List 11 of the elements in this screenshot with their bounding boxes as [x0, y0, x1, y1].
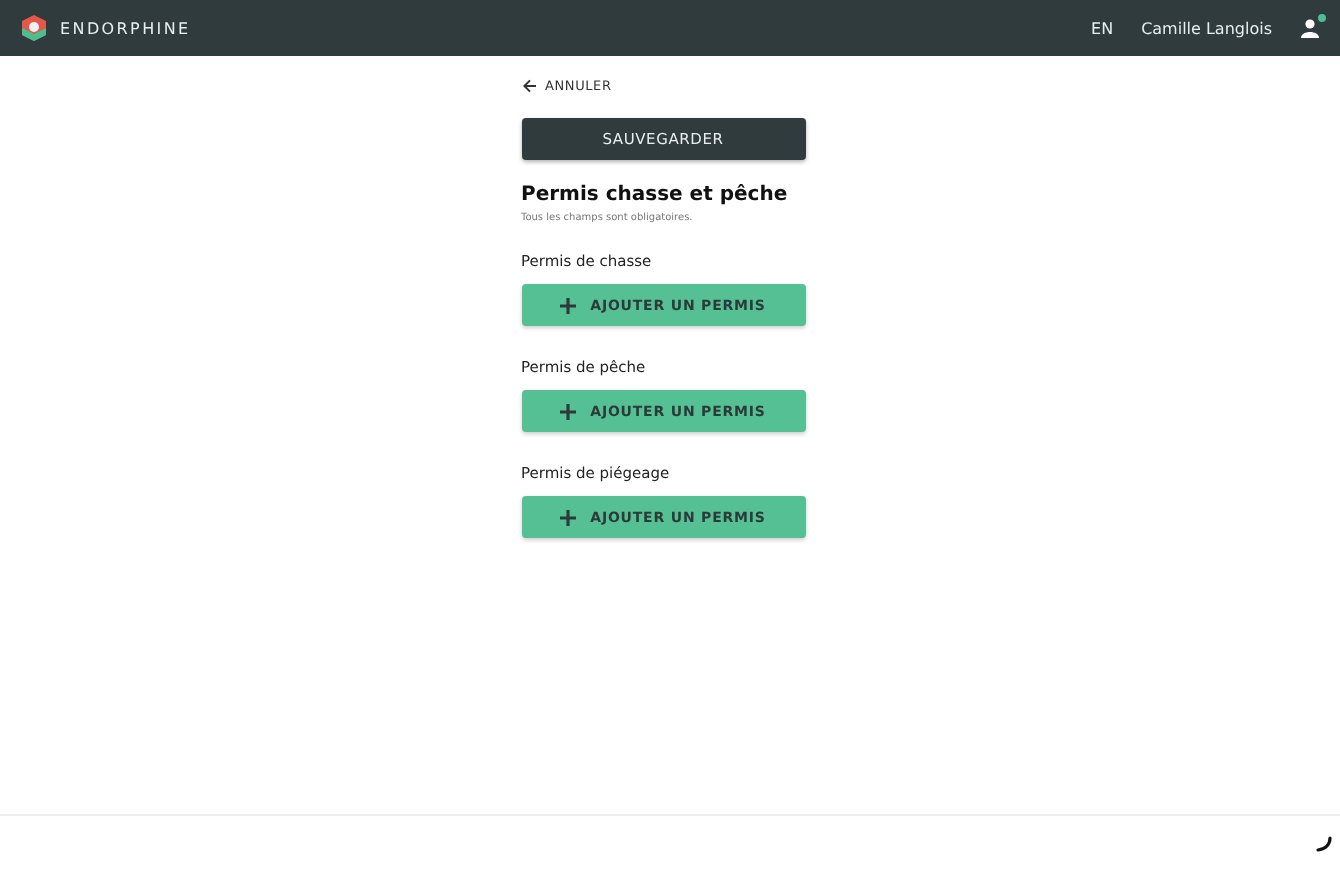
form-title: Permis chasse et pêche [521, 184, 790, 206]
user-icon[interactable] [1300, 18, 1320, 38]
back-arrow-icon [521, 78, 537, 94]
language-link[interactable]: EN [1091, 19, 1114, 37]
plus-icon [560, 509, 577, 525]
plus-icon [560, 403, 577, 419]
plus-icon [560, 297, 577, 313]
logo-icon [20, 14, 48, 42]
user-name[interactable]: Camille Langlois [1141, 19, 1272, 37]
loading-icon [1316, 836, 1332, 852]
brand-name: ENDORPHINE [60, 19, 191, 37]
